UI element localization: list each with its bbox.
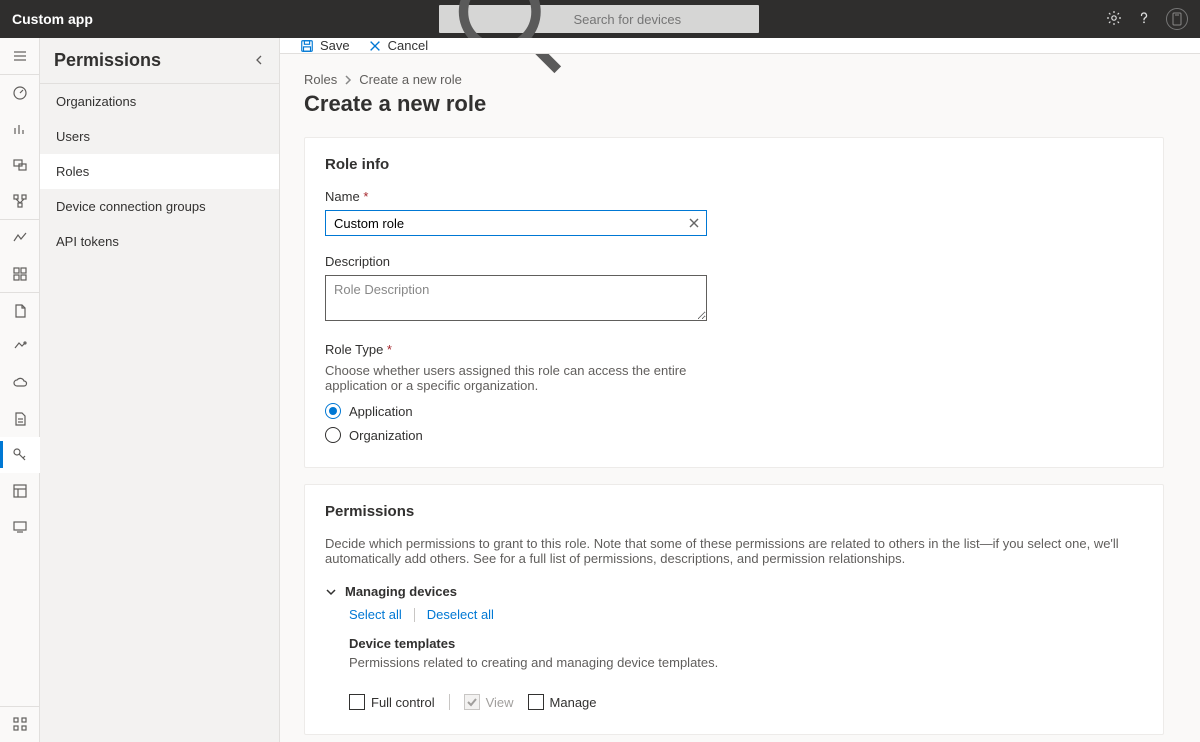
checkbox-view-label: View xyxy=(486,695,514,710)
name-input[interactable] xyxy=(325,210,707,236)
role-info-title: Role info xyxy=(325,156,1143,173)
command-bar: Save Cancel xyxy=(280,38,1200,54)
checkbox-manage[interactable]: Manage xyxy=(528,694,597,710)
sidebar-item-roles[interactable]: Roles xyxy=(40,154,279,189)
permissions-title: Permissions xyxy=(325,503,1143,520)
permissions-group-title: Managing devices xyxy=(345,584,457,599)
role-type-help: Choose whether users assigned this role … xyxy=(325,363,745,393)
search-wrap xyxy=(93,5,1106,33)
sidebar-title: Permissions xyxy=(54,50,161,71)
checkbox-view: View xyxy=(464,694,514,710)
cancel-button[interactable]: Cancel xyxy=(368,38,428,53)
radio-organization-label: Organization xyxy=(349,428,423,443)
clear-name-icon[interactable] xyxy=(685,214,703,232)
settings-icon[interactable] xyxy=(1106,10,1122,29)
save-label: Save xyxy=(320,38,350,53)
permissions-card: Permissions Decide which permissions to … xyxy=(304,484,1164,735)
rail-rules[interactable] xyxy=(0,220,40,256)
sidebar-header: Permissions xyxy=(40,38,279,84)
rail-devices[interactable] xyxy=(0,147,40,183)
breadcrumb-current: Create a new role xyxy=(359,72,462,87)
sidebar-nav: Organizations Users Roles Device connect… xyxy=(40,84,279,259)
top-icons xyxy=(1106,8,1188,30)
divider xyxy=(449,694,450,710)
sidebar-item-organizations[interactable]: Organizations xyxy=(40,84,279,119)
permissions-group-toggle[interactable]: Managing devices xyxy=(325,584,1143,599)
rail-grid-icon[interactable] xyxy=(0,706,40,742)
checkbox-box-icon xyxy=(528,694,544,710)
rail-device-groups[interactable] xyxy=(0,183,40,219)
sidebar: Permissions Organizations Users Roles De… xyxy=(40,38,280,742)
chevron-right-icon xyxy=(343,75,353,85)
radio-application-label: Application xyxy=(349,404,413,419)
sidebar-item-api-tokens[interactable]: API tokens xyxy=(40,224,279,259)
search-box[interactable] xyxy=(439,5,759,33)
rail-analytics[interactable] xyxy=(0,111,40,147)
page-title: Create a new role xyxy=(304,91,1176,117)
rail-templates[interactable] xyxy=(0,293,40,329)
rail-app-settings[interactable] xyxy=(0,473,40,509)
top-bar: Custom app xyxy=(0,0,1200,38)
role-type-radio-group: Application Organization xyxy=(325,403,1143,443)
role-info-card: Role info Name * Description Role Type *… xyxy=(304,137,1164,468)
collapse-icon[interactable] xyxy=(253,53,265,69)
description-field: Description xyxy=(325,254,707,324)
radio-dot-icon xyxy=(325,403,341,419)
permissions-bulk-links: Select all Deselect all xyxy=(349,607,1143,622)
icon-rail xyxy=(0,38,40,742)
rail-cloud[interactable] xyxy=(0,365,40,401)
rail-permissions[interactable] xyxy=(0,437,40,473)
radio-dot-icon xyxy=(325,427,341,443)
sidebar-item-device-connection-groups[interactable]: Device connection groups xyxy=(40,189,279,224)
breadcrumb-roles[interactable]: Roles xyxy=(304,72,337,87)
save-button[interactable]: Save xyxy=(300,38,350,53)
checkbox-manage-label: Manage xyxy=(550,695,597,710)
checkbox-full-control[interactable]: Full control xyxy=(349,694,435,710)
description-label: Description xyxy=(325,254,707,269)
role-type-label: Role Type * xyxy=(325,342,1143,357)
content: Save Cancel Roles Create a new role Crea… xyxy=(280,38,1200,742)
rail-file[interactable] xyxy=(0,401,40,437)
permissions-sub-desc: Permissions related to creating and mana… xyxy=(349,655,1143,670)
rail-hamburger[interactable] xyxy=(0,38,40,74)
permissions-sub-title: Device templates xyxy=(349,636,1143,651)
checkbox-box-icon xyxy=(464,694,480,710)
rail-customize[interactable] xyxy=(0,509,40,545)
rail-dashboard[interactable] xyxy=(0,75,40,111)
name-field: Name * xyxy=(325,189,707,236)
permissions-check-row: Full control View Manage xyxy=(349,694,1143,710)
checkbox-box-icon xyxy=(349,694,365,710)
role-type-field: Role Type * Choose whether users assigne… xyxy=(325,342,1143,443)
radio-organization[interactable]: Organization xyxy=(325,427,1143,443)
checkbox-full-control-label: Full control xyxy=(371,695,435,710)
chevron-down-icon xyxy=(325,586,337,598)
deselect-all-link[interactable]: Deselect all xyxy=(427,607,494,622)
cancel-label: Cancel xyxy=(388,38,428,53)
search-input[interactable] xyxy=(573,12,749,27)
radio-application[interactable]: Application xyxy=(325,403,1143,419)
sidebar-item-users[interactable]: Users xyxy=(40,119,279,154)
help-icon[interactable] xyxy=(1136,10,1152,29)
avatar[interactable] xyxy=(1166,8,1188,30)
select-all-link[interactable]: Select all xyxy=(349,607,402,622)
app-title: Custom app xyxy=(12,11,93,27)
name-label: Name * xyxy=(325,189,707,204)
rail-jobs[interactable] xyxy=(0,256,40,292)
permissions-subsection: Device templates Permissions related to … xyxy=(349,636,1143,670)
rail-data-export[interactable] xyxy=(0,329,40,365)
description-input[interactable] xyxy=(325,275,707,321)
permissions-help: Decide which permissions to grant to thi… xyxy=(325,536,1143,566)
breadcrumb: Roles Create a new role xyxy=(304,72,1176,87)
divider xyxy=(414,608,415,622)
